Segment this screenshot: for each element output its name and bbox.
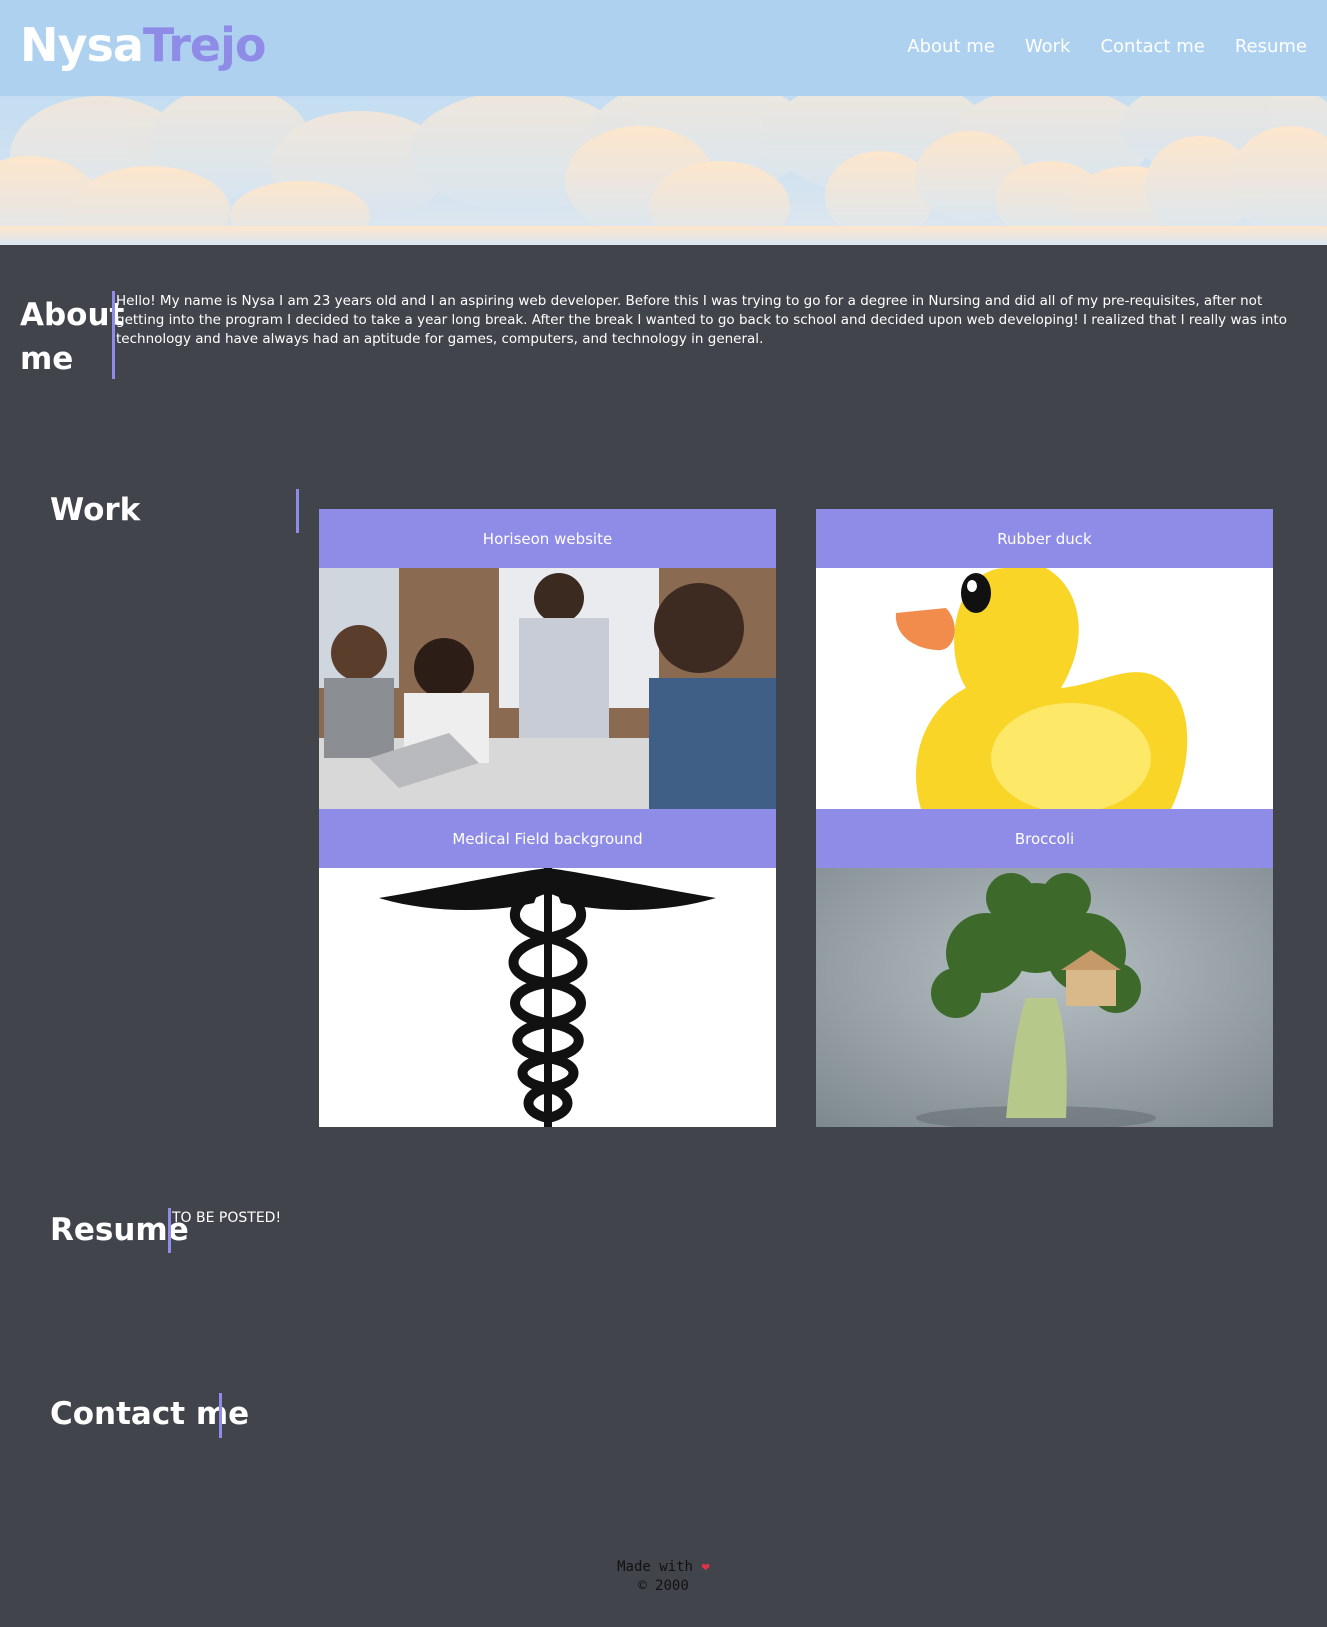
about-title-line1: About	[20, 297, 125, 333]
resume-status-text: TO BE POSTED!	[172, 1210, 282, 1226]
nav-work[interactable]: Work	[1025, 36, 1071, 57]
contact-divider	[219, 1393, 222, 1438]
work-divider	[296, 489, 299, 533]
work-card-broccoli[interactable]: Broccoli	[816, 809, 1273, 1127]
nav-resume[interactable]: Resume	[1235, 36, 1307, 57]
card-title: Rubber duck	[816, 509, 1273, 568]
about-title-line2: me	[20, 341, 74, 377]
card-title: Horiseon website	[319, 509, 776, 568]
copyright: © 2000	[638, 1578, 689, 1594]
main-nav: About me Work Contact me Resume	[907, 36, 1307, 57]
nav-about-me[interactable]: About me	[907, 36, 995, 57]
clouds-illustration	[0, 96, 1327, 245]
site-footer: Made with ❤ © 2000	[0, 1558, 1327, 1596]
heart-icon: ❤	[701, 1559, 710, 1575]
about-text: Hello! My name is Nysa I am 23 years old…	[116, 293, 1287, 347]
logo-last-name: Trejo	[142, 18, 267, 72]
site-header: NysaTrejo About me Work Contact me Resum…	[0, 0, 1327, 96]
work-card-horiseon[interactable]: Horiseon website	[319, 509, 776, 809]
work-card-rubber-duck[interactable]: Rubber duck	[816, 509, 1273, 809]
caduceus-symbol	[319, 868, 776, 1127]
card-title: Broccoli	[816, 809, 1273, 868]
resume-divider	[168, 1208, 171, 1253]
broccoli-treehouse-photo	[816, 868, 1273, 1127]
work-title: Work	[50, 492, 141, 528]
made-with-text: Made with	[617, 1559, 693, 1575]
card-title: Medical Field background	[319, 809, 776, 868]
nav-contact-me[interactable]: Contact me	[1100, 36, 1204, 57]
team-meeting-photo	[319, 568, 776, 809]
site-logo[interactable]: NysaTrejo	[20, 18, 267, 72]
rubber-duck-illustration	[816, 568, 1273, 809]
logo-first-name: Nysa	[20, 18, 144, 72]
about-divider	[112, 291, 115, 379]
hero-cloud-banner	[0, 96, 1327, 245]
about-title: About me	[20, 293, 124, 381]
footer-made-with: Made with ❤	[0, 1558, 1327, 1577]
work-card-medical[interactable]: Medical Field background	[319, 809, 776, 1127]
